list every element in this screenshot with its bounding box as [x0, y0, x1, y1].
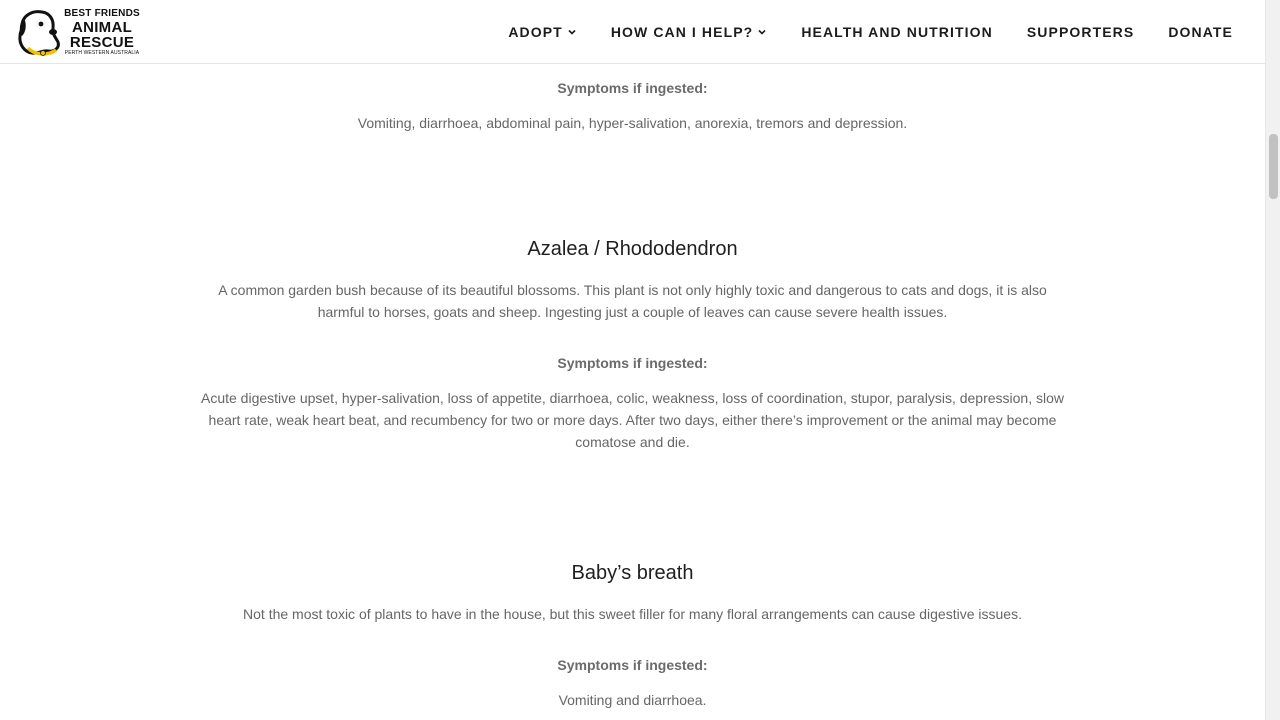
symptoms-label: Symptoms if ingested:	[557, 80, 708, 96]
nav-label: HOW CAN I HELP?	[610, 23, 754, 40]
chevron-down-icon	[568, 29, 576, 35]
nav-label: HEALTH AND NUTRITION	[801, 23, 993, 40]
nav-item-health-and-nutrition[interactable]: HEALTH AND NUTRITION	[801, 24, 993, 40]
scrollbar-thumb[interactable]	[1269, 134, 1278, 199]
nav-item-supporters[interactable]: SUPPORTERS	[1027, 24, 1134, 40]
section-previous-plant: Symptoms if ingested: Vomiting, diarrhoe…	[0, 80, 1265, 134]
logo-line-4: PERTH WESTERN AUSTRALIA	[64, 50, 140, 56]
nav-label: SUPPORTERS	[1026, 23, 1135, 40]
main-nav: ADOPT HOW CAN I HELP? HEALTH AND NUTRITI…	[474, 0, 1233, 63]
symptoms-label: Symptoms if ingested:	[557, 355, 708, 371]
logo-line-1: BEST FRIENDS	[64, 8, 140, 19]
chevron-down-icon	[758, 29, 766, 35]
plant-description: A common garden bush because of its beau…	[218, 282, 1047, 320]
section-azalea: Azalea / Rhododendron A common garden bu…	[0, 238, 1265, 453]
plant-description: Not the most toxic of plants to have in …	[243, 606, 1022, 622]
logo-line-3: RESCUE	[69, 34, 135, 51]
logo-line-2: ANIMAL	[71, 19, 133, 36]
nav-label: DONATE	[1168, 23, 1233, 40]
site-logo[interactable]: BEST FRIENDS ANIMAL RESCUE PERTH WESTERN…	[16, 8, 146, 56]
page-scrollbar[interactable]	[1265, 0, 1280, 720]
symptoms-text: Acute digestive upset, hyper-salivation,…	[200, 390, 1064, 450]
logo-wordmark: BEST FRIENDS ANIMAL RESCUE PERTH WESTERN…	[56, 9, 148, 56]
nav-item-adopt[interactable]: ADOPT	[508, 24, 577, 40]
section-babys-breath: Baby’s breath Not the most toxic of plan…	[0, 562, 1265, 711]
site-header: BEST FRIENDS ANIMAL RESCUE PERTH WESTERN…	[0, 0, 1265, 64]
plant-heading: Baby’s breath	[571, 562, 694, 584]
page: Symptoms if ingested: Vomiting, diarrhoe…	[0, 0, 1280, 720]
symptoms-text: Vomiting, diarrhoea, abdominal pain, hyp…	[357, 115, 908, 131]
plant-heading: Azalea / Rhododendron	[527, 238, 738, 260]
symptoms-text: Vomiting and diarrhoea.	[558, 692, 707, 708]
symptoms-label: Symptoms if ingested:	[557, 657, 708, 673]
nav-label: ADOPT	[508, 23, 563, 40]
nav-item-donate[interactable]: DONATE	[1168, 24, 1233, 40]
main-content: Symptoms if ingested: Vomiting, diarrhoe…	[0, 0, 1265, 720]
nav-item-how-can-i-help[interactable]: HOW CAN I HELP?	[611, 24, 768, 40]
